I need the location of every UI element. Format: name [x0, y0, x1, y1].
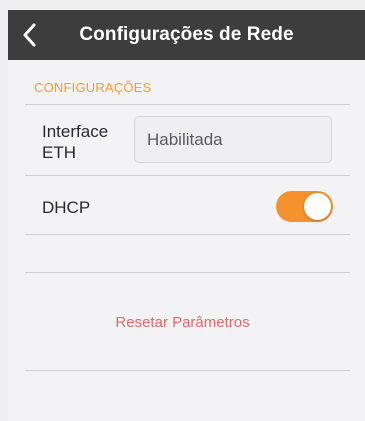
interface-eth-label-line1: Interface	[42, 122, 109, 141]
interface-eth-label-line2: ETH	[42, 143, 76, 162]
chevron-left-icon	[23, 23, 36, 47]
dhcp-label: DHCP	[42, 198, 91, 217]
section-divider	[25, 370, 350, 371]
row-divider	[25, 175, 350, 176]
interface-eth-label: Interface ETH	[42, 121, 108, 163]
content-area	[8, 60, 365, 421]
reset-parameters-button[interactable]: Resetar Parâmetros	[0, 314, 365, 331]
toggle-knob	[304, 193, 331, 220]
section-header: CONFIGURAÇÕES	[34, 80, 152, 95]
network-settings-screen: Configurações de Rede CONFIGURAÇÕES Inte…	[0, 0, 365, 421]
section-divider	[25, 272, 350, 273]
row-divider	[25, 234, 350, 235]
navigation-bar: Configurações de Rede	[8, 10, 365, 60]
page-title: Configurações de Rede	[79, 24, 294, 45]
section-divider	[25, 104, 350, 105]
back-button[interactable]	[10, 10, 50, 60]
dhcp-toggle[interactable]	[276, 191, 333, 222]
interface-eth-field[interactable]: Habilitada	[134, 116, 332, 163]
